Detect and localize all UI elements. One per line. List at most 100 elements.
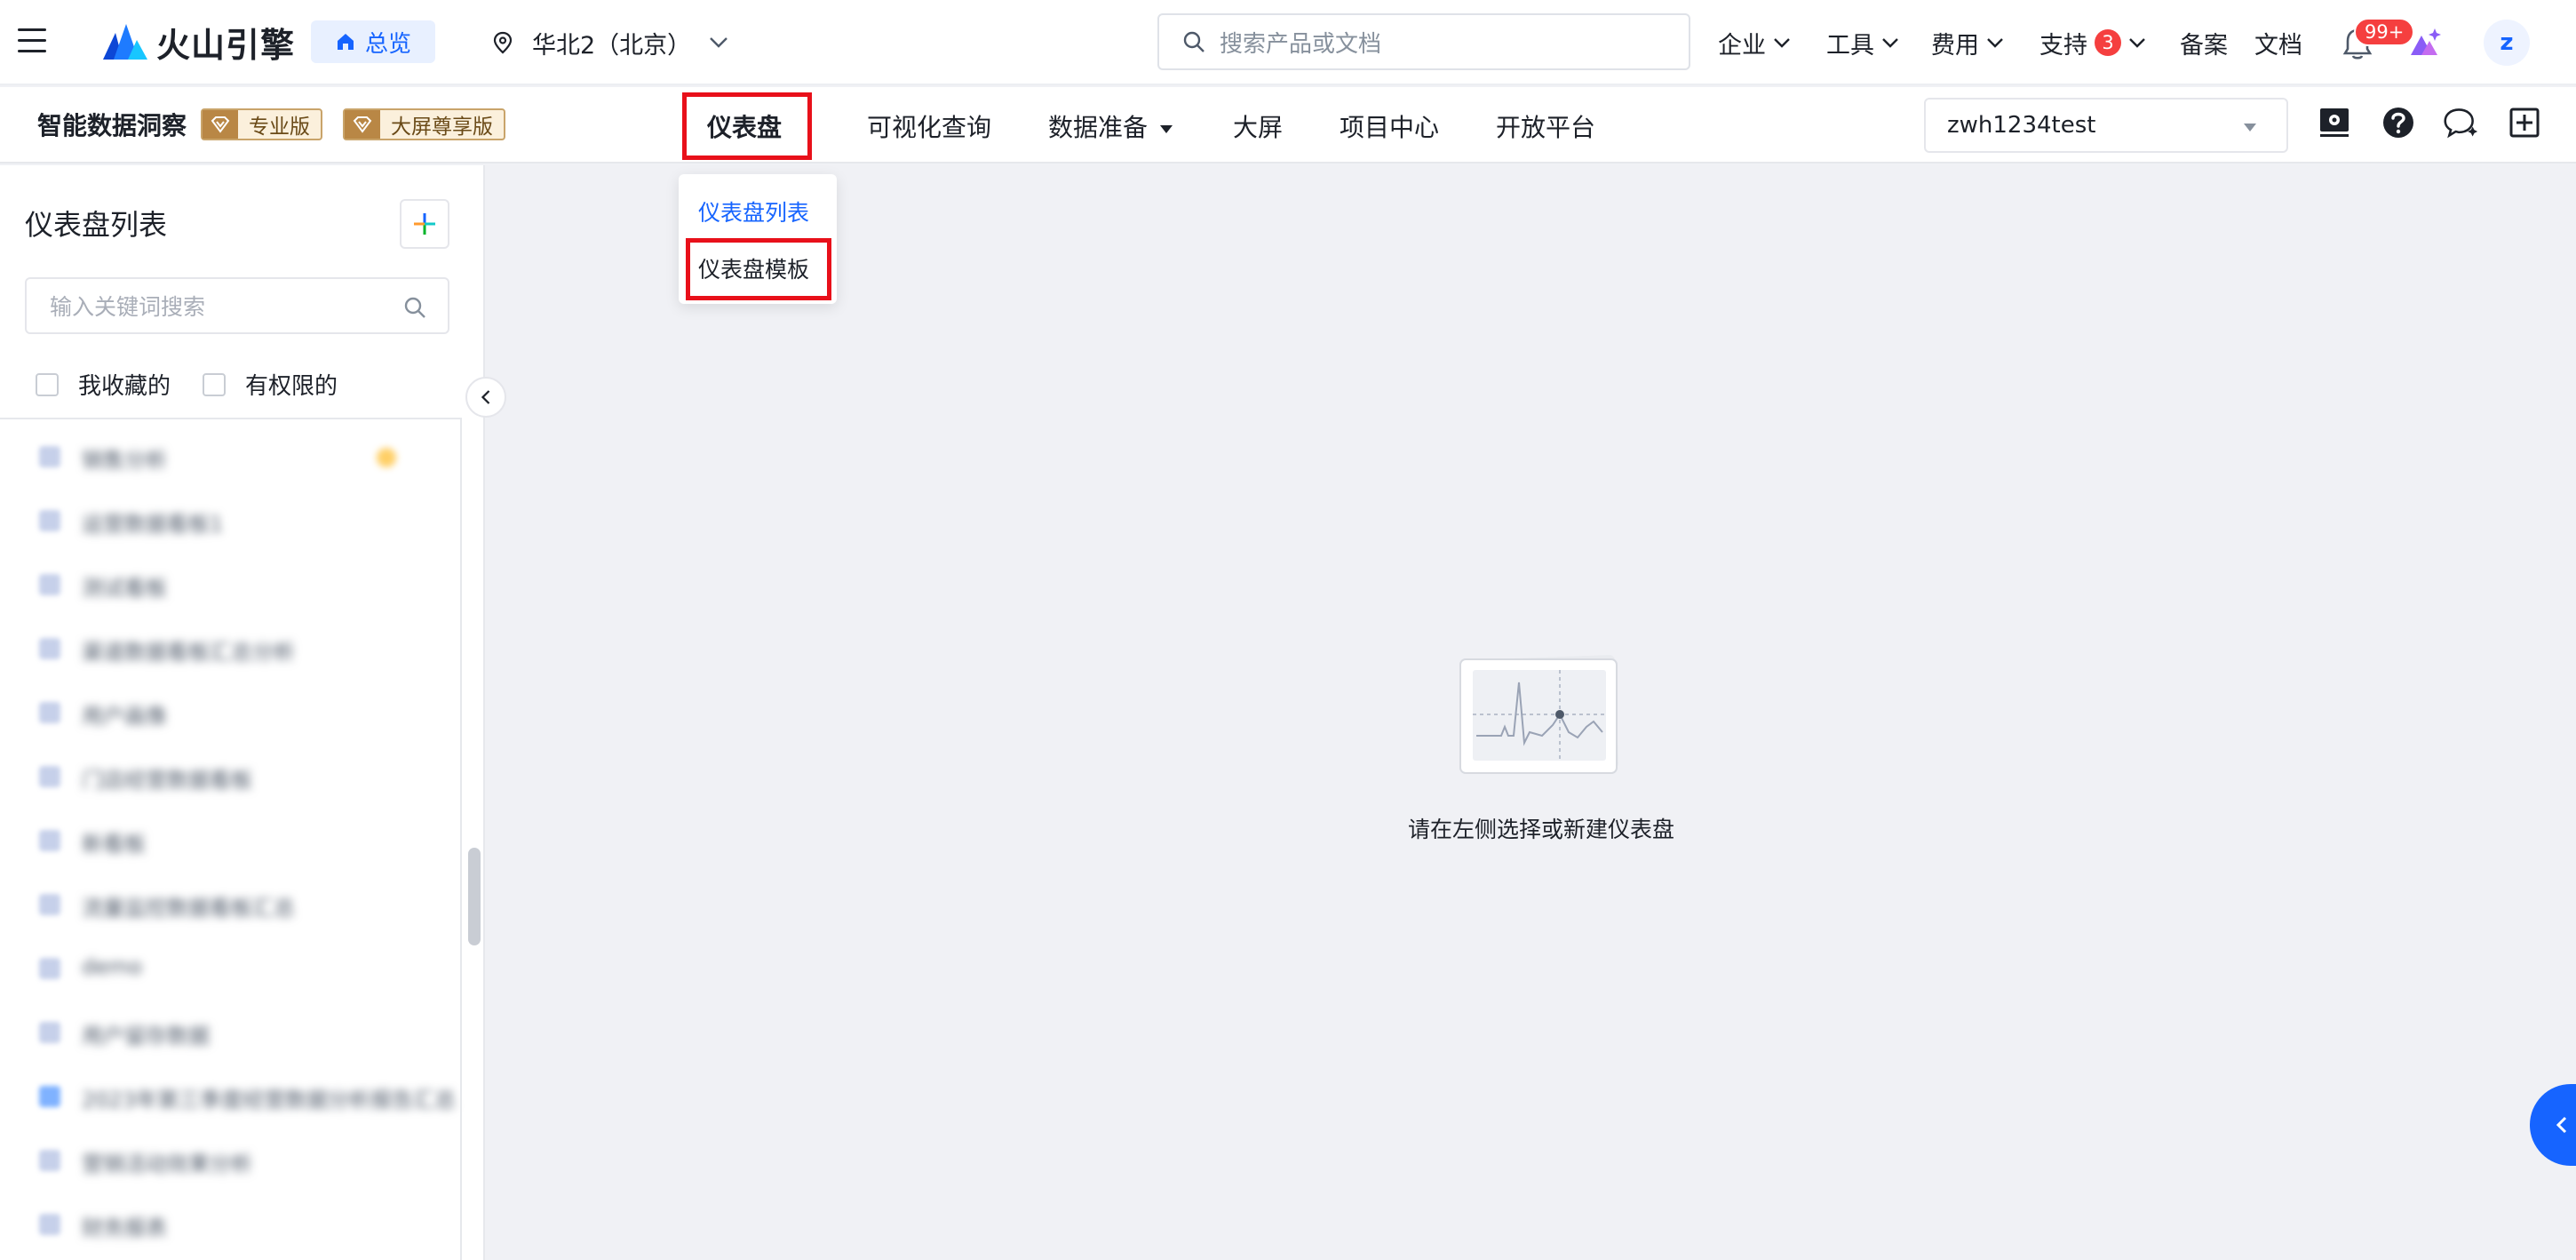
chevron-down-icon bbox=[710, 37, 728, 48]
global-search-input[interactable]: 搜索产品或文档 bbox=[1157, 13, 1690, 70]
list-item-label: 2023年第三季度经营数据分析报告汇总 bbox=[82, 1088, 457, 1112]
sidebar-search-input[interactable]: 输入关键词搜索 bbox=[25, 277, 449, 334]
filter-authorized-checkbox[interactable]: 有权限的 bbox=[203, 368, 338, 401]
chevron-left-icon bbox=[481, 390, 490, 404]
star-icon[interactable] bbox=[377, 448, 396, 467]
tab-big-screen[interactable]: 大屏 bbox=[1233, 108, 1283, 144]
chevron-left-icon bbox=[2556, 1116, 2567, 1134]
list-item-label: demo bbox=[82, 954, 143, 979]
filter-authorized-label: 有权限的 bbox=[245, 373, 338, 400]
list-item-label: 用户留存数据 bbox=[82, 1024, 210, 1049]
search-icon bbox=[404, 297, 425, 318]
list-item[interactable]: 营销活动效果分析 bbox=[36, 1141, 426, 1176]
dashboard-icon bbox=[39, 958, 60, 979]
list-item[interactable]: 测试看板 bbox=[36, 565, 426, 601]
add-dashboard-button[interactable] bbox=[400, 199, 449, 249]
location-pin-icon bbox=[493, 31, 513, 54]
tab-visual-query[interactable]: 可视化查询 bbox=[867, 108, 991, 144]
chevron-down-icon bbox=[1987, 37, 2003, 48]
nav-docs[interactable]: 文档 bbox=[2254, 25, 2302, 60]
tab-project-center[interactable]: 项目中心 bbox=[1340, 108, 1439, 144]
tab-data-prep[interactable]: 数据准备 bbox=[1048, 108, 1173, 144]
sidebar-scrollbar-thumb[interactable] bbox=[468, 848, 481, 945]
nav-support[interactable]: 支持 3 bbox=[2039, 25, 2146, 60]
diamond-icon bbox=[203, 110, 238, 139]
nav-filing[interactable]: 备案 bbox=[2180, 25, 2228, 60]
list-item[interactable]: 渠道数据看板汇总分析 bbox=[36, 629, 426, 665]
collapse-sidebar-button[interactable] bbox=[465, 377, 506, 418]
list-item[interactable]: 2023年第三季度经营数据分析报告汇总 bbox=[36, 1077, 456, 1112]
dashboard-icon bbox=[39, 766, 60, 787]
edition-screen-label: 大屏尊享版 bbox=[391, 116, 493, 139]
list-item[interactable]: 流量监控数据看板汇总 bbox=[36, 885, 426, 921]
menu-icon[interactable] bbox=[18, 28, 46, 55]
empty-state-message: 请在左侧选择或新建仪表盘 bbox=[1407, 817, 1674, 842]
edition-screen-badge: 大屏尊享版 bbox=[343, 108, 505, 140]
list-item-label: 测试看板 bbox=[82, 576, 167, 601]
nav-enterprise-label: 企业 bbox=[1718, 31, 1766, 60]
search-placeholder: 搜索产品或文档 bbox=[1220, 30, 1382, 58]
dashboard-icon bbox=[39, 830, 60, 851]
list-item-label: 销售分析 bbox=[82, 448, 167, 473]
brand-name: 火山引擎 bbox=[156, 25, 296, 65]
dashboard-icon bbox=[39, 702, 60, 723]
list-item[interactable]: 用户画像 bbox=[36, 693, 426, 729]
checkbox-box bbox=[203, 372, 226, 396]
menu-item-dashboard-list[interactable]: 仪表盘列表 bbox=[698, 195, 809, 227]
plus-icon bbox=[414, 213, 435, 235]
nav-enterprise[interactable]: 企业 bbox=[1718, 25, 1791, 60]
dashboard-icon bbox=[39, 574, 60, 595]
project-name: zwh1234test bbox=[1947, 112, 2096, 139]
diamond-icon bbox=[345, 110, 380, 139]
tab-dashboard-highlight bbox=[682, 92, 812, 160]
nav-filing-label: 备案 bbox=[2180, 31, 2228, 60]
dashboard-icon bbox=[39, 446, 60, 467]
sidebar-title: 仪表盘列表 bbox=[25, 208, 168, 242]
edition-pro-badge: 专业版 bbox=[201, 108, 322, 140]
region-selector[interactable]: 华北2（北京） bbox=[493, 25, 728, 60]
dashboard-icon bbox=[39, 638, 60, 659]
top-navigation-bar: 火山引擎 总览 华北2（北京） 搜索产品或文档 企业 工具 费用 支持 3 备案… bbox=[0, 0, 2576, 85]
product-bar: 智能数据洞察 专业版 大屏尊享版 仪表盘 可视化查询 数据准备 大屏 项目中心 … bbox=[0, 87, 2576, 163]
nav-tools-label: 工具 bbox=[1826, 31, 1874, 60]
add-panel-icon[interactable] bbox=[2507, 105, 2542, 140]
dashboard-icon bbox=[39, 1086, 60, 1107]
list-item[interactable]: 用户留存数据 bbox=[36, 1013, 426, 1049]
caret-down-icon bbox=[1160, 124, 1173, 133]
nav-billing[interactable]: 费用 bbox=[1931, 25, 2004, 60]
help-icon[interactable] bbox=[2381, 105, 2416, 140]
empty-dashboard-illustration bbox=[1459, 655, 1618, 774]
project-selector[interactable]: zwh1234test bbox=[1924, 98, 2288, 153]
dashboard-icon bbox=[39, 894, 60, 915]
filter-favorites-label: 我收藏的 bbox=[78, 373, 171, 400]
home-icon bbox=[337, 34, 354, 50]
tab-open-platform[interactable]: 开放平台 bbox=[1496, 108, 1595, 144]
filter-favorites-checkbox[interactable]: 我收藏的 bbox=[36, 368, 171, 401]
user-avatar[interactable]: z bbox=[2484, 20, 2530, 66]
list-item[interactable]: 财务报表 bbox=[36, 1205, 426, 1240]
support-count-badge: 3 bbox=[2095, 29, 2121, 56]
list-item-label: 流量监控数据看板汇总 bbox=[82, 896, 295, 921]
list-item[interactable]: demo bbox=[36, 949, 426, 985]
brand-logo[interactable]: 火山引擎 bbox=[101, 20, 296, 65]
chevron-down-icon bbox=[1882, 37, 1898, 48]
list-item-label: 营销活动效果分析 bbox=[82, 1152, 252, 1176]
sidebar-scroll-track bbox=[460, 419, 462, 1260]
nav-support-label: 支持 bbox=[2039, 31, 2087, 60]
list-item[interactable]: 运营数据看板1 bbox=[36, 501, 426, 537]
dashboard-icon bbox=[39, 1022, 60, 1043]
list-item[interactable]: 新看板 bbox=[36, 821, 426, 857]
chat-icon[interactable] bbox=[2443, 105, 2478, 140]
floating-assistant-button[interactable] bbox=[2530, 1084, 2576, 1166]
overview-button[interactable]: 总览 bbox=[311, 20, 435, 63]
dashboard-icon bbox=[39, 1214, 60, 1235]
sidebar-search-placeholder: 输入关键词搜索 bbox=[50, 294, 206, 320]
notification-count-badge: 99+ bbox=[2354, 18, 2415, 46]
screen-settings-icon[interactable] bbox=[2317, 105, 2352, 140]
menu-item-highlight bbox=[686, 238, 831, 300]
nav-tools[interactable]: 工具 bbox=[1826, 25, 1899, 60]
list-item[interactable]: 销售分析 bbox=[36, 437, 426, 473]
list-item[interactable]: 门店经营数据看板 bbox=[36, 757, 426, 793]
checkbox-box bbox=[36, 372, 59, 396]
ai-assistant-icon[interactable] bbox=[2407, 25, 2443, 60]
